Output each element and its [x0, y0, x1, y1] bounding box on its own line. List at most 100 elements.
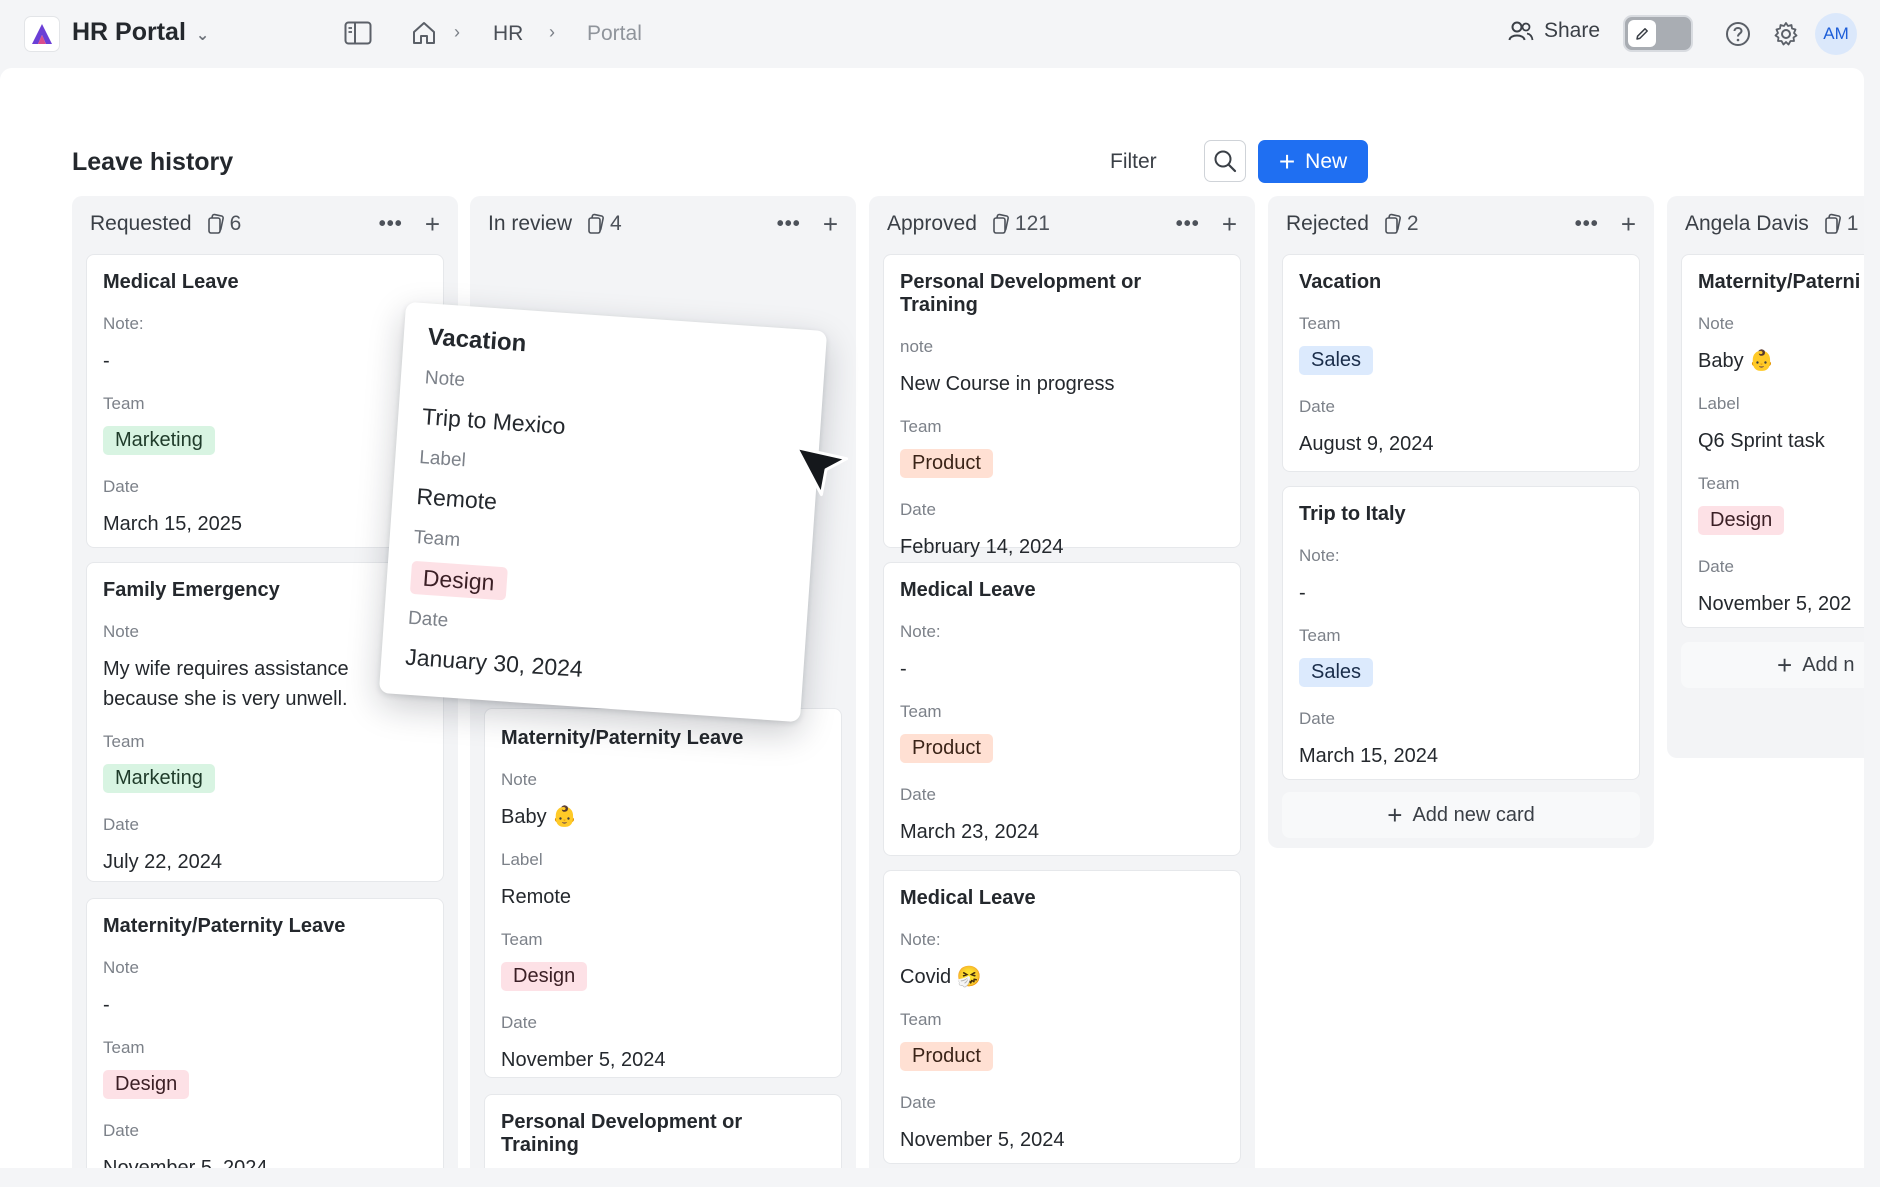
- date-value: August 9, 2024: [1299, 433, 1434, 455]
- card-count: 1: [1823, 212, 1858, 236]
- filter-button[interactable]: Filter: [1110, 150, 1157, 174]
- edit-mode-toggle[interactable]: [1623, 15, 1693, 52]
- column-title: Approved: [887, 212, 977, 235]
- card-title: Maternity/Paterni: [1698, 271, 1861, 293]
- date-value: March 15, 2024: [1299, 745, 1438, 767]
- cards-icon: [588, 213, 604, 234]
- team-label: Team: [1299, 626, 1341, 645]
- settings-gear-icon[interactable]: [1773, 21, 1799, 47]
- app-logo-icon[interactable]: [24, 16, 60, 52]
- new-button[interactable]: + New: [1258, 140, 1368, 183]
- note-label: Note: [103, 958, 139, 977]
- team-label: Team: [501, 930, 543, 949]
- leave-card[interactable]: Vacation Team Sales Date August 9, 2024: [1282, 254, 1640, 472]
- app-switcher[interactable]: HR Portal ⌄: [72, 18, 209, 47]
- date-value: November 5, 2024: [501, 1049, 666, 1071]
- team-badge: Design: [501, 962, 588, 991]
- team-badge: Sales: [1299, 658, 1374, 687]
- cards-icon: [993, 213, 1009, 234]
- column-approved: Approved 121 ••• + Personal Development …: [869, 196, 1255, 1168]
- home-icon[interactable]: [411, 20, 437, 46]
- team-badge: Design: [409, 560, 508, 601]
- breadcrumb-separator-icon: ›: [549, 22, 555, 42]
- card-count: 6: [206, 212, 241, 236]
- note-label: Note:: [1299, 546, 1340, 565]
- add-new-card-button[interactable]: + Add new card: [1282, 792, 1640, 838]
- card-title: Personal Development or Training: [900, 271, 1142, 316]
- team-badge: Design: [103, 1070, 190, 1099]
- more-options-icon[interactable]: •••: [379, 213, 403, 236]
- add-new-card-label: Add new card: [1412, 803, 1535, 826]
- date-value: March 23, 2024: [900, 821, 1039, 843]
- dragged-leave-card[interactable]: Vacation Note Trip to Mexico Label Remot…: [378, 301, 828, 723]
- team-badge: Marketing: [103, 764, 215, 793]
- more-options-icon[interactable]: •••: [777, 213, 801, 236]
- date-label: Date: [103, 815, 139, 834]
- plus-icon: +: [1387, 800, 1403, 830]
- more-options-icon[interactable]: •••: [1575, 213, 1599, 236]
- app-title: HR Portal: [72, 18, 186, 46]
- help-icon[interactable]: [1725, 21, 1751, 47]
- label-value: Q6 Sprint task: [1698, 430, 1825, 452]
- date-value: November 5, 2024: [103, 1157, 268, 1168]
- column-header: Approved 121 ••• +: [869, 196, 1255, 252]
- search-button[interactable]: [1204, 140, 1246, 182]
- leave-card[interactable]: Maternity/Paternity Leave Note - Team De…: [86, 898, 444, 1168]
- user-avatar[interactable]: AM: [1815, 13, 1857, 55]
- breadcrumb-portal[interactable]: Portal: [587, 22, 642, 46]
- date-label: Date: [1299, 397, 1335, 416]
- column-title: In review: [488, 212, 573, 235]
- label-label: Label: [1698, 394, 1740, 413]
- column-title: Rejected: [1286, 212, 1369, 235]
- card-title: Maternity/Paternity Leave: [501, 727, 744, 749]
- leave-card[interactable]: Trip to Italy Note: - Team Sales Date Ma…: [1282, 486, 1640, 780]
- mouse-cursor-icon: [795, 440, 852, 505]
- note-value: Baby 👶: [501, 806, 578, 828]
- leave-card[interactable]: Maternity/Paternity Leave Note Baby 👶 La…: [484, 708, 842, 1078]
- card-title: Medical Leave: [900, 887, 1036, 909]
- breadcrumb-hr[interactable]: HR: [493, 22, 523, 46]
- note-label: Note:: [103, 314, 144, 333]
- date-label: Date: [1299, 709, 1335, 728]
- new-label: New: [1305, 149, 1348, 173]
- column-angela-davis: Angela Davis 1 Maternity/Paterni Note Ba…: [1667, 196, 1864, 758]
- date-label: Date: [900, 1093, 936, 1112]
- note-value: -: [103, 994, 110, 1016]
- date-value: March 15, 2025: [103, 513, 242, 535]
- add-card-icon[interactable]: +: [425, 211, 440, 237]
- card-title: Medical Leave: [900, 579, 1036, 601]
- add-new-card-button[interactable]: + Add n: [1681, 642, 1864, 688]
- date-label: Date: [900, 500, 936, 519]
- sidebar-toggle-icon[interactable]: [344, 21, 372, 45]
- leave-card[interactable]: Medical Leave Note: - Team Marketing Dat…: [86, 254, 444, 548]
- share-button[interactable]: Share: [1508, 19, 1600, 43]
- leave-card[interactable]: Personal Development or Training note Ne…: [883, 254, 1241, 558]
- note-label: Note: [1698, 314, 1734, 333]
- note-value: -: [103, 350, 110, 372]
- column-header: Rejected 2 ••• +: [1268, 196, 1654, 252]
- column-title: Angela Davis: [1685, 212, 1809, 235]
- date-value: November 5, 202: [1698, 593, 1852, 615]
- card-count: 121: [991, 212, 1050, 236]
- top-bar: HR Portal ⌄ › HR › Portal Share AM: [0, 0, 1880, 67]
- note-value: -: [900, 658, 907, 680]
- more-options-icon[interactable]: •••: [1176, 213, 1200, 236]
- leave-card[interactable]: Personal Development or Training note -: [484, 1094, 842, 1168]
- add-card-icon[interactable]: +: [1621, 211, 1636, 237]
- label-label: Label: [501, 850, 543, 869]
- team-label: Team: [900, 702, 942, 721]
- note-label: Note:: [900, 622, 941, 641]
- team-label: Team: [103, 732, 145, 751]
- team-label: Team: [1299, 314, 1341, 333]
- add-card-icon[interactable]: +: [1222, 211, 1237, 237]
- add-card-icon[interactable]: +: [823, 211, 838, 237]
- date-label: Date: [1698, 557, 1734, 576]
- leave-card[interactable]: Maternity/Paterni Note Baby 👶 Label Q6 S…: [1681, 254, 1864, 628]
- leave-card[interactable]: Medical Leave Note: Covid 🤧 Team Product…: [883, 870, 1241, 1164]
- card-title: Personal Development or Training: [501, 1111, 743, 1156]
- card-title: Medical Leave: [103, 271, 239, 293]
- pencil-icon: [1628, 20, 1656, 47]
- team-label: Team: [900, 1010, 942, 1029]
- leave-card[interactable]: Medical Leave Note: - Team Product Date …: [883, 562, 1241, 856]
- note-value: Baby 👶: [1698, 350, 1775, 372]
